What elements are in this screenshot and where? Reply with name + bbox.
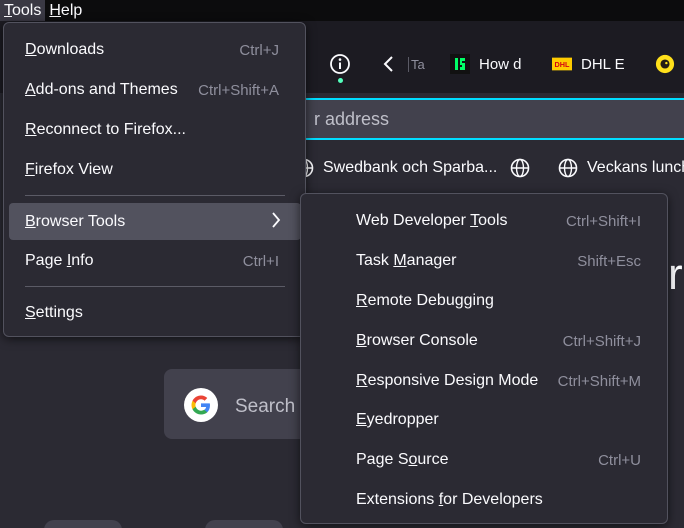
menu-item-label: yedropper bbox=[366, 411, 439, 428]
menubar-tools-mnemonic: T bbox=[4, 2, 12, 19]
mnemonic: R bbox=[356, 292, 368, 309]
tools-menu: Downloads Ctrl+J Add-ons and Themes Ctrl… bbox=[3, 22, 306, 337]
shortcut-label: Ctrl+Shift+J bbox=[562, 332, 641, 350]
page-heading-partial: r bbox=[668, 250, 683, 299]
tab-partial-label: Ta bbox=[408, 56, 425, 72]
mnemonic: R bbox=[25, 121, 37, 138]
menubar-help-label: elp bbox=[60, 2, 83, 19]
mnemonic: M bbox=[393, 252, 407, 269]
mnemonic: F bbox=[25, 161, 35, 178]
shortcut-label: Ctrl+J bbox=[239, 41, 279, 59]
mnemonic: B bbox=[25, 212, 36, 230]
menu-item-label: econnect to Firefox... bbox=[36, 121, 186, 138]
menu-item-task-manager[interactable]: Task Manager Shift+Esc bbox=[301, 244, 667, 278]
menu-item-responsive-design-mode[interactable]: Responsive Design Mode Ctrl+Shift+M bbox=[301, 364, 667, 398]
tab-how-label: How d bbox=[479, 55, 522, 73]
menu-item-page-info[interactable]: Page Info Ctrl+I bbox=[4, 244, 305, 278]
menu-item-label-prefix: Page S bbox=[356, 451, 409, 468]
menu-item-downloads[interactable]: Downloads Ctrl+J bbox=[4, 33, 305, 67]
tab-partial[interactable]: Ta bbox=[408, 52, 425, 76]
top-site-tile[interactable] bbox=[205, 520, 283, 528]
shortcut-label: Shift+Esc bbox=[577, 252, 641, 270]
globe-icon bbox=[510, 158, 530, 178]
menu-item-settings[interactable]: Settings bbox=[4, 296, 305, 330]
tab-mailchimp[interactable] bbox=[655, 52, 684, 76]
menu-item-firefox-view[interactable]: Firefox View bbox=[4, 153, 305, 187]
firefox-window: Tools Help Ta How d DHL DHL E r address bbox=[0, 0, 684, 528]
mnemonic: B bbox=[356, 332, 367, 349]
menu-item-label: ettings bbox=[35, 304, 83, 321]
mnemonic: S bbox=[25, 304, 36, 321]
site-info-icon[interactable] bbox=[328, 52, 352, 76]
menubar-tools[interactable]: Tools bbox=[0, 0, 46, 21]
menu-separator bbox=[25, 195, 285, 196]
chevron-right-icon bbox=[271, 212, 281, 232]
menu-item-label: dd-ons and Themes bbox=[35, 81, 178, 98]
mnemonic: D bbox=[25, 41, 37, 58]
menu-item-label-prefix: Web Developer bbox=[356, 212, 471, 229]
bookmark-swedbank[interactable]: Swedbank och Sparba... bbox=[294, 158, 497, 178]
menu-item-label: irefox View bbox=[34, 161, 113, 178]
tab-how[interactable]: How d bbox=[450, 52, 522, 76]
bookmark-unnamed[interactable] bbox=[510, 158, 539, 178]
browser-tools-submenu: Web Developer Tools Ctrl+Shift+I Task Ma… bbox=[300, 193, 668, 524]
menu-item-eyedropper[interactable]: Eyedropper bbox=[301, 403, 667, 437]
menu-item-addons[interactable]: Add-ons and Themes Ctrl+Shift+A bbox=[4, 73, 305, 107]
menu-item-label: rowser Tools bbox=[35, 212, 126, 230]
menu-item-label: esponsive Design Mode bbox=[367, 372, 539, 389]
top-site-tile[interactable] bbox=[44, 520, 122, 528]
menu-item-remote-debugging[interactable]: Remote Debugging bbox=[301, 284, 667, 318]
bookmark-veckans-lunch[interactable]: Veckans lunch bbox=[558, 158, 684, 178]
tab-dhl[interactable]: DHL DHL E bbox=[552, 52, 625, 76]
menu-item-label: emote Debugging bbox=[367, 292, 494, 309]
tab-dhl-label: DHL E bbox=[581, 55, 625, 73]
menu-item-label-prefix: Page bbox=[25, 252, 67, 269]
mnemonic: E bbox=[356, 411, 367, 428]
shortcut-label: Ctrl+I bbox=[242, 252, 279, 270]
menu-item-label: nfo bbox=[71, 252, 94, 269]
mnemonic: R bbox=[356, 372, 368, 389]
menu-item-label-prefix: Extensions bbox=[356, 491, 439, 508]
menubar-help[interactable]: Help bbox=[45, 0, 86, 21]
menu-item-label: or Developers bbox=[443, 491, 543, 508]
url-bar-placeholder: r address bbox=[314, 109, 390, 129]
mnemonic: T bbox=[470, 212, 479, 229]
menu-item-browser-console[interactable]: Browser Console Ctrl+Shift+J bbox=[301, 324, 667, 358]
notification-dot bbox=[338, 78, 343, 83]
globe-icon bbox=[558, 158, 578, 178]
bookmark-swedbank-label: Swedbank och Sparba... bbox=[323, 159, 498, 176]
menu-item-label: urce bbox=[417, 451, 449, 468]
mnemonic: A bbox=[25, 81, 36, 98]
menu-item-label: ools bbox=[478, 212, 508, 229]
13-logo-icon bbox=[450, 54, 470, 74]
bookmark-veckans-lunch-label: Veckans lunch bbox=[587, 159, 684, 176]
menubar-tools-label: ools bbox=[12, 2, 42, 19]
shortcut-label: Ctrl+Shift+I bbox=[565, 212, 641, 230]
menu-item-label: rowser Console bbox=[366, 332, 478, 349]
menu-item-extensions-for-developers[interactable]: Extensions for Developers bbox=[301, 483, 667, 517]
menu-item-label-prefix: Task bbox=[356, 252, 394, 269]
shortcut-label: Ctrl+U bbox=[598, 451, 641, 469]
menubar-help-mnemonic: H bbox=[49, 2, 61, 19]
menu-item-web-developer-tools[interactable]: Web Developer Tools Ctrl+Shift+I bbox=[301, 204, 667, 238]
menu-bar: Tools Help bbox=[0, 0, 684, 21]
scroll-tabs-left-icon[interactable] bbox=[377, 52, 401, 76]
shortcut-label: Ctrl+Shift+M bbox=[557, 372, 641, 390]
menu-item-page-source[interactable]: Page Source Ctrl+U bbox=[301, 443, 667, 477]
svg-text:DHL: DHL bbox=[555, 60, 570, 69]
menu-item-reconnect[interactable]: Reconnect to Firefox... bbox=[4, 113, 305, 147]
shortcut-label: Ctrl+Shift+A bbox=[198, 81, 279, 99]
menu-separator bbox=[25, 286, 285, 287]
menu-item-label: anager bbox=[406, 252, 457, 269]
menu-item-label: ownloads bbox=[36, 41, 105, 58]
mailchimp-icon bbox=[655, 54, 675, 74]
google-logo-icon bbox=[184, 388, 218, 422]
menu-item-browser-tools[interactable]: Browser Tools bbox=[9, 203, 301, 240]
dhl-logo-icon: DHL bbox=[552, 54, 572, 74]
search-placeholder: Search bbox=[235, 396, 296, 417]
